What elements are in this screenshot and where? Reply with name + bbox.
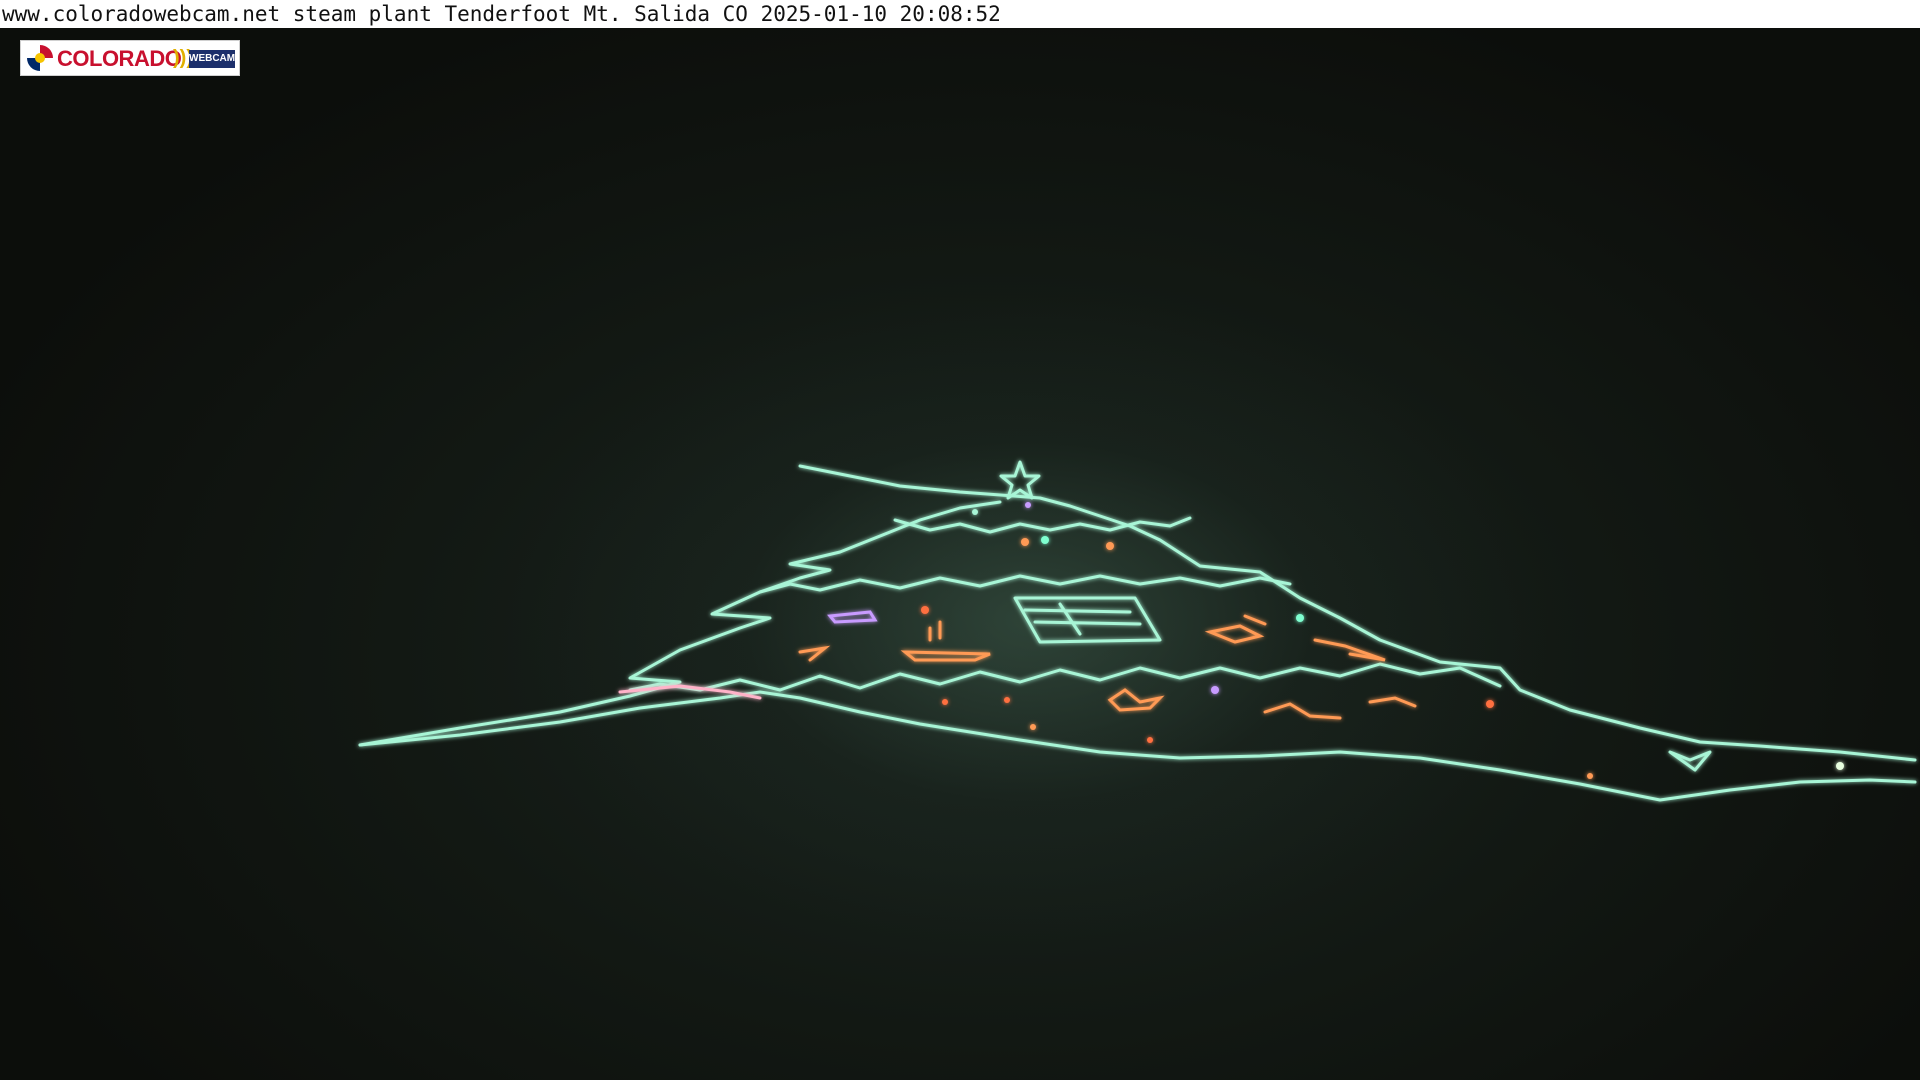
caption-text: www.coloradowebcam.net steam plant Tende…: [2, 2, 1001, 26]
bulb-dot: [1030, 724, 1036, 730]
warm-light-figure-7: [1263, 702, 1342, 720]
tree-tier-line-2: [758, 574, 1292, 594]
warm-light-figure-4: [1313, 638, 1386, 662]
colorado-webcam-logo: COLORADO ))) WEBCAM: [20, 40, 240, 76]
tree-upper-left-edge: [358, 500, 1002, 747]
bulb-dot: [972, 509, 978, 515]
bulb-dot: [1021, 538, 1029, 546]
bulb-dot: [1106, 542, 1114, 550]
bulb-dot: [1025, 502, 1031, 508]
tree-tier-line-1: [893, 516, 1192, 534]
logo-wordmark: COLORADO: [57, 46, 182, 71]
bulb-dot: [1211, 686, 1219, 694]
bulb-dot: [1836, 762, 1844, 770]
caption-bar: www.coloradowebcam.net steam plant Tende…: [0, 0, 1920, 28]
present-box: [1013, 596, 1162, 644]
bulb-dot: [1004, 697, 1010, 703]
bulb-dot: [1296, 614, 1304, 622]
bulb-dot: [1147, 737, 1153, 743]
bulb-dot: [921, 606, 929, 614]
colorado-flag-c-icon: [27, 45, 53, 71]
bulb-dot: [1486, 700, 1494, 708]
bulb-dot: [942, 699, 948, 705]
logo-badge: WEBCAM: [189, 50, 235, 68]
bulb-dot: [1041, 536, 1049, 544]
purple-light-figure: [827, 610, 878, 624]
warm-light-figure-3: [1204, 614, 1267, 644]
tree-outline: [358, 460, 1917, 802]
warm-light-figure-6: [1368, 696, 1417, 708]
tree-lights-display: [358, 460, 1917, 802]
warm-light-figure-2: [900, 620, 991, 662]
tree-tier-line-3: [628, 662, 1502, 692]
ornament-right-bottom: [1668, 750, 1712, 772]
tree-upper-right-edge: [798, 464, 1917, 762]
warm-light-figure-5: [1107, 688, 1165, 712]
webcam-frame: [0, 0, 1920, 1080]
star-topper: [999, 460, 1041, 500]
bulb-dot: [1587, 773, 1593, 779]
warm-light-figure-1: [798, 645, 831, 662]
